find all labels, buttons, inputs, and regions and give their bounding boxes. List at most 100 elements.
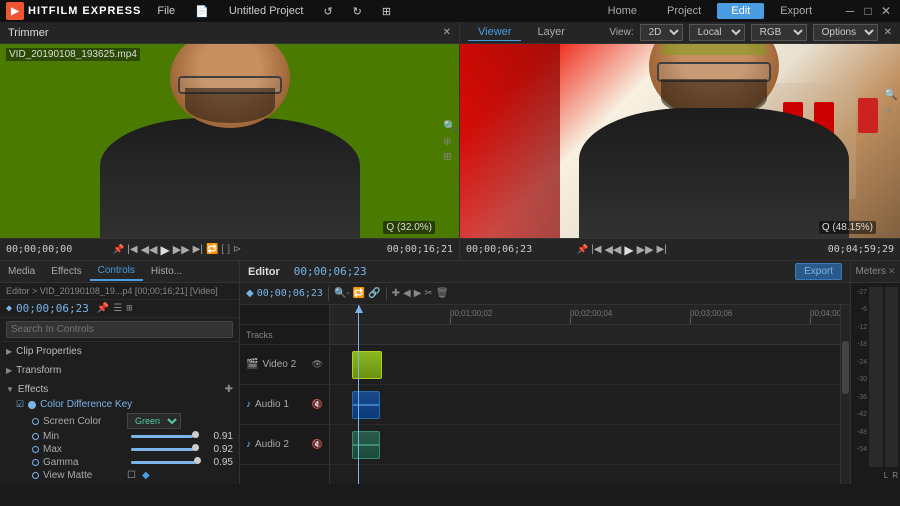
maximize-button[interactable]: □: [860, 3, 876, 19]
max-slider[interactable]: [131, 448, 199, 451]
video2-clip[interactable]: [352, 351, 382, 379]
color-diff-key-label[interactable]: Color Difference Key: [40, 399, 132, 410]
nav-tab-edit[interactable]: Edit: [717, 3, 764, 19]
viewer-ff-btn[interactable]: ▶▶: [637, 243, 654, 256]
control-timecode-row: ◆ 00;00;06;23 📌 ☰ ⊞: [0, 300, 239, 318]
playhead-tool-icon[interactable]: ◆: [246, 288, 254, 299]
viewer-close-icon[interactable]: ✕: [884, 27, 892, 38]
viewer-play-btn[interactable]: ▶: [624, 243, 633, 257]
options-select[interactable]: Options: [813, 24, 878, 41]
space-select[interactable]: Local World: [689, 24, 745, 41]
pin-icon[interactable]: 📌: [97, 303, 109, 314]
audio2-clip[interactable]: [352, 431, 380, 459]
history-tab[interactable]: Histo...: [143, 263, 190, 280]
grid-icon[interactable]: ⊞: [378, 3, 395, 20]
loop-tool-btn[interactable]: 🔁: [353, 288, 365, 299]
timeline-scrollbar-thumb[interactable]: [842, 341, 849, 395]
delete-btn[interactable]: 🗑: [436, 288, 449, 299]
db-label-18: -18: [853, 341, 867, 348]
controls-search: [0, 318, 239, 342]
nav-tab-home[interactable]: Home: [594, 3, 651, 19]
add-track-btn[interactable]: ✚: [392, 288, 400, 299]
skip-back-btn[interactable]: ◀◀: [141, 243, 158, 256]
controls-tab[interactable]: Controls: [90, 262, 143, 281]
trimmer-zoom: Q (32.0%): [383, 221, 435, 234]
add-effect-icon[interactable]: ✚: [225, 384, 233, 395]
screen-color-label: Screen Color: [43, 416, 123, 427]
effects-header[interactable]: ▼ Effects ✚: [6, 382, 233, 397]
skip-forward-btn[interactable]: ▶▶: [173, 243, 190, 256]
undo-button[interactable]: ↺: [319, 3, 336, 20]
effect-enabled-checkbox[interactable]: ☑: [16, 399, 24, 410]
view-mode-select[interactable]: 2D 3D: [640, 24, 683, 41]
zoom-out-btn[interactable]: 🔍-: [334, 288, 350, 299]
viewer-video-preview: 🔍 ⊕ Q (48.15%): [460, 44, 900, 238]
view-label: View:: [609, 27, 633, 38]
mark-in-btn[interactable]: [: [221, 244, 224, 255]
transform-header[interactable]: ▶ Transform: [6, 363, 233, 378]
video2-eye-icon[interactable]: 👁: [312, 359, 323, 370]
view-matte-property: View Matte ☐ ◆: [16, 469, 233, 482]
db-label-36: -36: [853, 394, 867, 401]
slice-btn[interactable]: ✂: [424, 288, 432, 299]
media-tab[interactable]: Media: [0, 263, 43, 280]
editor-timecode-2[interactable]: 00;00;06;23: [257, 288, 323, 299]
search-input[interactable]: [6, 321, 233, 338]
viewer-tab[interactable]: Viewer: [468, 24, 521, 41]
prev-frame-btn[interactable]: |◀: [127, 244, 137, 255]
min-slider[interactable]: [131, 435, 199, 438]
viewer-timecode-left: 00;00;06;23: [466, 244, 532, 255]
viewer-fit-icon[interactable]: ⊕: [884, 105, 898, 116]
keyframe-icon[interactable]: ◆: [142, 470, 150, 481]
play-btn[interactable]: ▶: [161, 243, 170, 257]
viewer-magnify-icon[interactable]: 🔍: [884, 88, 898, 101]
meters-close-icon[interactable]: ✕: [888, 266, 896, 277]
control-timecode[interactable]: 00;00;06;23: [16, 302, 89, 315]
export-button[interactable]: Export: [795, 263, 842, 280]
mark-out-btn[interactable]: ]: [227, 244, 230, 255]
next-frame-btn[interactable]: ▶|: [193, 244, 203, 255]
next-edit-btn[interactable]: ▶: [414, 288, 422, 299]
redo-button[interactable]: ↻: [349, 3, 366, 20]
menu-file[interactable]: File: [153, 3, 179, 20]
video2-track-row[interactable]: [330, 345, 840, 385]
chevron-down-icon: ▼: [6, 385, 14, 394]
channel-select[interactable]: RGB Alpha: [751, 24, 807, 41]
clip-properties-header[interactable]: ▶ Clip Properties: [6, 344, 233, 359]
gamma-slider[interactable]: [131, 461, 199, 464]
audio2-track-row[interactable]: [330, 425, 840, 465]
viewer-rew-btn[interactable]: ◀◀: [604, 243, 621, 256]
db-label-42: -42: [853, 411, 867, 418]
nav-tab-project[interactable]: Project: [653, 3, 715, 19]
snap-tool-btn[interactable]: 🔗: [368, 288, 380, 299]
layer-tab[interactable]: Layer: [527, 24, 575, 41]
close-button[interactable]: ✕: [878, 3, 894, 19]
audio1-clip[interactable]: [352, 391, 380, 419]
viewer-snap-icon[interactable]: 📌: [577, 244, 588, 255]
viewer-prev-btn[interactable]: |◀: [591, 244, 601, 255]
list-icon[interactable]: ☰: [113, 303, 122, 314]
magnify-icon[interactable]: 🔍: [443, 120, 457, 133]
loop-btn[interactable]: 🔁: [206, 244, 218, 255]
prev-edit-btn[interactable]: ◀: [403, 288, 411, 299]
nav-tab-export[interactable]: Export: [766, 3, 826, 19]
audio2-label: Audio 2: [255, 439, 289, 450]
audio2-mute-icon[interactable]: 🔇: [312, 439, 323, 450]
timeline-scrollbar[interactable]: [840, 305, 850, 484]
effects-tab[interactable]: Effects: [43, 263, 89, 280]
audio1-track-row[interactable]: [330, 385, 840, 425]
nav-tabs: Home Project Edit Export: [594, 3, 826, 19]
insert-btn[interactable]: ⊳: [233, 244, 241, 255]
trim-icon[interactable]: ⊞: [443, 152, 457, 163]
grid-view-icon[interactable]: ⊞: [126, 303, 132, 314]
snap-icon[interactable]: 📌: [113, 244, 124, 255]
fit-icon[interactable]: ⊕: [443, 137, 457, 148]
red-wall-left: [460, 44, 560, 238]
trimmer-close-icon[interactable]: ✕: [443, 27, 451, 38]
minimize-button[interactable]: ─: [842, 3, 858, 19]
timeline-tracks[interactable]: 00;01;00;02 00;02;00;04 00;03;00;06 00;0…: [330, 305, 840, 484]
audio1-mute-icon[interactable]: 🔇: [312, 399, 323, 410]
view-matte-checkbox[interactable]: ☐: [127, 470, 136, 481]
screen-color-select[interactable]: Green Blue: [127, 413, 181, 429]
viewer-next-btn[interactable]: ▶|: [657, 244, 667, 255]
